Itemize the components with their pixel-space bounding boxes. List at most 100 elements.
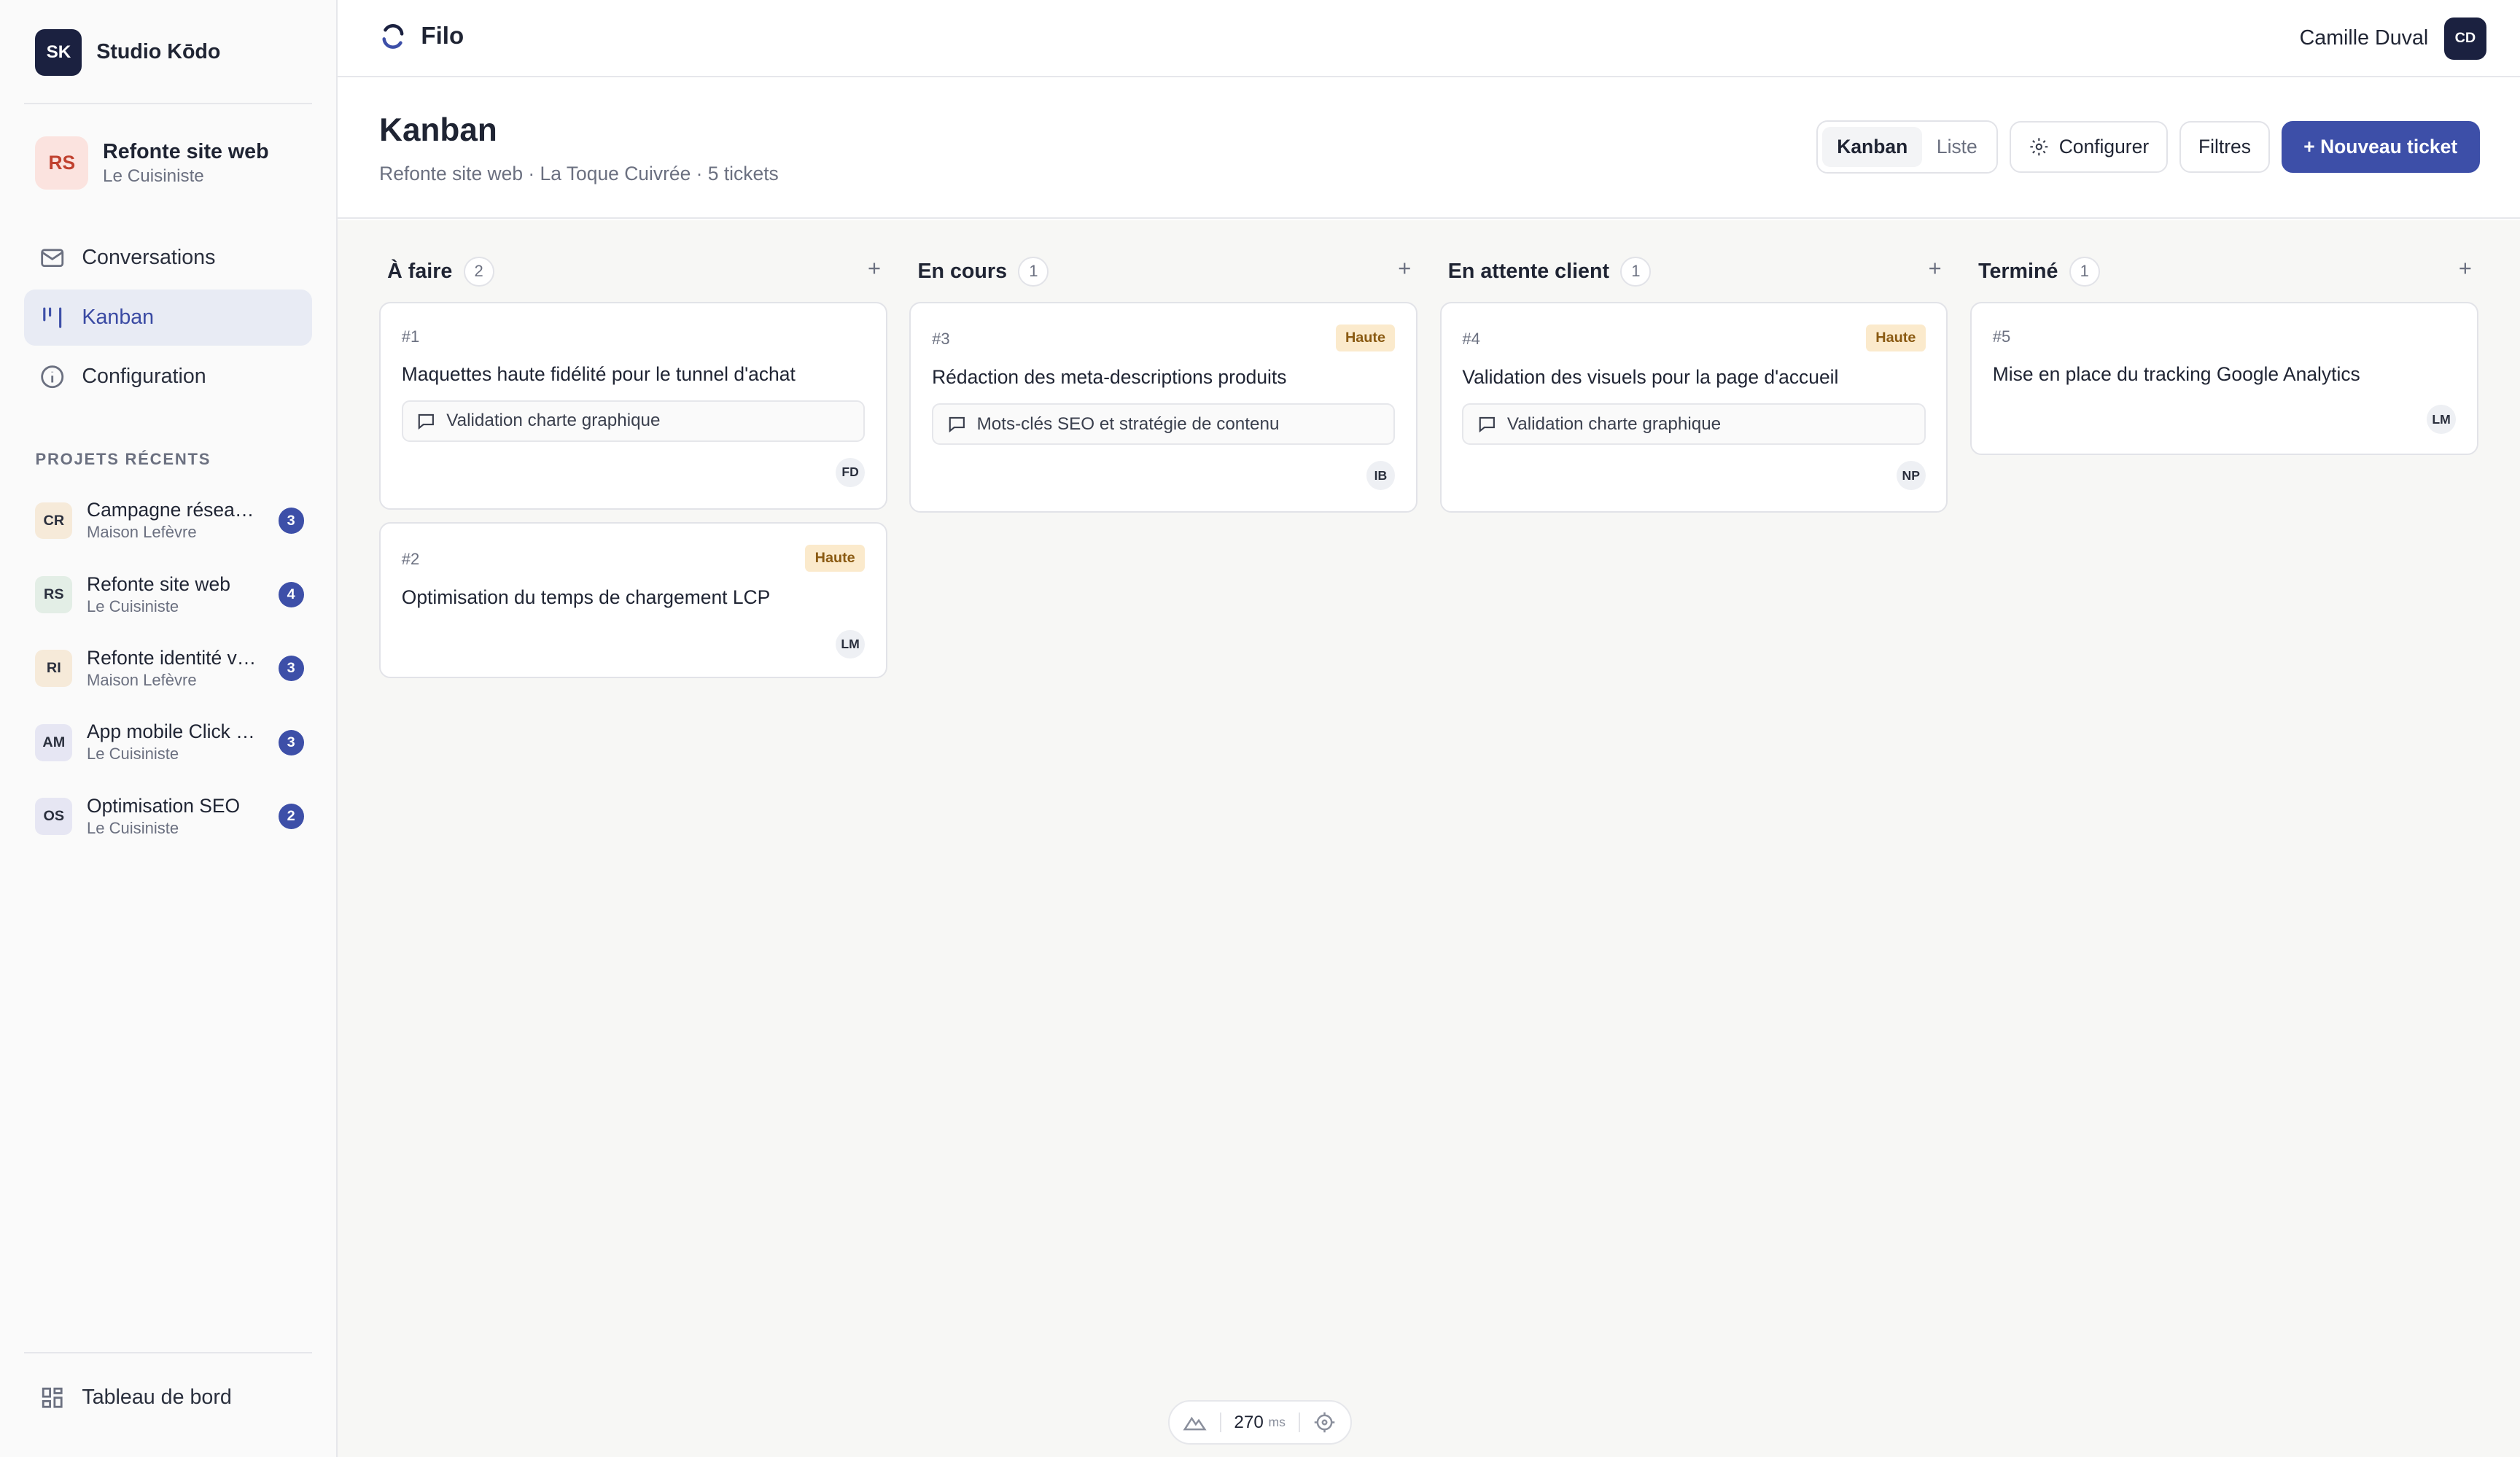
recent-project-item[interactable]: RS Refonte site web Le Cuisiniste 4: [35, 558, 304, 632]
dashboard-label: Tableau de bord: [82, 1385, 232, 1409]
priority-badge: Haute: [1866, 324, 1926, 352]
ticket-card[interactable]: #3 Haute Rédaction des meta-descriptions…: [909, 302, 1418, 513]
recent-project-badge: RS: [35, 576, 73, 613]
conversation-label: Validation charte graphique: [1506, 413, 1722, 434]
page-title: Kanban: [379, 112, 497, 149]
recent-project-item[interactable]: CR Campagne réseaux sociaux Maison Lefèv…: [35, 483, 304, 557]
workspace-switcher[interactable]: SK Studio Kōdo: [35, 28, 220, 76]
kanban-board: À faire 2 + #1 Maquettes haute fidélité …: [337, 219, 2520, 1457]
topbar: Filo Camille Duval CD: [337, 0, 2520, 77]
nav-item-configuration[interactable]: Configuration: [24, 349, 312, 405]
recent-project-badge: AM: [35, 723, 73, 761]
ticket-id: #5: [1992, 327, 2011, 346]
recent-project-client: Maison Lefèvre: [87, 523, 197, 542]
app-brand[interactable]: Filo: [378, 21, 464, 52]
ticket-card[interactable]: #1 Maquettes haute fidélité pour le tunn…: [379, 302, 887, 510]
column-title: À faire: [387, 259, 453, 283]
recent-project-count: 3: [278, 656, 304, 682]
recent-project-client: Le Cuisiniste: [87, 745, 179, 764]
recent-project-item[interactable]: RI Refonte identité visuelle Maison Lefè…: [35, 632, 304, 705]
user-menu[interactable]: Camille Duval CD: [2299, 18, 2486, 60]
recent-project-badge: RI: [35, 650, 73, 688]
page-header: Kanban Refonte site web · La Toque Cuivr…: [337, 77, 2520, 219]
sidebar-divider: [24, 1351, 312, 1353]
header-actions: Kanban Liste Configurer Filtres + Nouvea…: [1816, 120, 2480, 174]
perf-value: 270: [1234, 1412, 1264, 1432]
assignee-avatar: LM: [2427, 405, 2456, 434]
assignee-avatar: IB: [1366, 461, 1396, 490]
column-count: 1: [1018, 256, 1049, 287]
sidebar: SK Studio Kōdo RS Refonte site web Le Cu…: [0, 0, 338, 1457]
assignee-avatar: FD: [836, 457, 865, 487]
column-count: 1: [2069, 256, 2100, 287]
recent-project-title: Campagne réseaux sociaux: [87, 499, 260, 521]
project-title: Refonte site web: [103, 139, 269, 163]
recent-project-count: 4: [278, 581, 304, 608]
nav-item-conversations[interactable]: Conversations: [24, 230, 312, 286]
recent-project-client: Le Cuisiniste: [87, 818, 179, 837]
nav-label: Conversations: [82, 246, 216, 270]
add-card-button[interactable]: +: [1922, 255, 1948, 281]
column-title: En cours: [917, 259, 1008, 283]
avatar: CD: [2444, 18, 2486, 60]
recent-projects-list: CR Campagne réseaux sociaux Maison Lefèv…: [35, 483, 304, 853]
configure-label: Configurer: [2058, 136, 2150, 158]
recent-project-item[interactable]: OS Optimisation SEO Le Cuisiniste 2: [35, 780, 304, 853]
recent-project-title: Refonte site web: [87, 572, 230, 595]
app-name: Filo: [421, 22, 464, 50]
nav-label: Kanban: [82, 305, 155, 329]
recent-project-title: Optimisation SEO: [87, 794, 241, 817]
linked-conversation[interactable]: Validation charte graphique: [401, 400, 865, 442]
divider: [1219, 1413, 1221, 1432]
ticket-card[interactable]: #5 Mise en place du tracking Google Anal…: [1970, 302, 2478, 455]
priority-badge: Haute: [805, 544, 865, 572]
ticket-id: #1: [401, 327, 420, 346]
linked-conversation[interactable]: Validation charte graphique: [1462, 403, 1926, 446]
nav-label: Configuration: [82, 365, 206, 389]
chat-icon: [949, 417, 965, 433]
nav-item-kanban[interactable]: Kanban: [24, 289, 312, 346]
recent-project-client: Le Cuisiniste: [87, 597, 179, 615]
recent-project-badge: OS: [35, 798, 73, 835]
column-count: 1: [1620, 256, 1652, 287]
configure-button[interactable]: Configurer: [2009, 121, 2169, 173]
recent-project-count: 3: [278, 508, 304, 534]
recent-project-item[interactable]: AM App mobile Click & Collect Le Cuisini…: [35, 706, 304, 780]
ticket-id: #4: [1462, 329, 1480, 348]
ticket-title: Mise en place du tracking Google Analyti…: [1992, 362, 2360, 385]
dashboard-link[interactable]: Tableau de bord: [39, 1384, 232, 1411]
add-card-button[interactable]: +: [2452, 255, 2478, 281]
add-card-button[interactable]: +: [1392, 255, 1418, 281]
ticket-title: Rédaction des meta-descriptions produits: [932, 366, 1287, 389]
ticket-title: Maquettes haute fidélité pour le tunnel …: [401, 362, 796, 385]
project-nav: Conversations Kanban Configuration: [24, 230, 312, 408]
kanban-icon: [43, 307, 62, 328]
ticket-card[interactable]: #4 Haute Validation des visuels pour la …: [1439, 302, 1948, 513]
column-title: Terminé: [1978, 259, 2058, 283]
ticket-card[interactable]: #2 Haute Optimisation du temps de charge…: [379, 522, 887, 679]
performance-indicator[interactable]: 270 ms: [1168, 1399, 1352, 1445]
linked-conversation[interactable]: Mots-clés SEO et stratégie de contenu: [932, 403, 1396, 446]
page-subtitle: Refonte site web · La Toque Cuivrée · 5 …: [379, 162, 779, 184]
conversation-label: Mots-clés SEO et stratégie de contenu: [976, 413, 1280, 434]
current-project[interactable]: RS Refonte site web Le Cuisiniste: [35, 136, 269, 190]
crosshair-icon[interactable]: [1312, 1410, 1337, 1434]
new-ticket-button[interactable]: + Nouveau ticket: [2281, 121, 2480, 173]
info-icon: [41, 365, 64, 389]
recent-project-badge: CR: [35, 502, 73, 540]
filters-button[interactable]: Filtres: [2179, 121, 2271, 173]
priority-badge: Haute: [1335, 324, 1396, 352]
workspace-badge: SK: [35, 28, 82, 76]
grid-icon: [42, 1387, 63, 1408]
recent-project-count: 2: [278, 803, 304, 830]
user-name: Camille Duval: [2299, 26, 2429, 50]
add-card-button[interactable]: +: [861, 255, 887, 281]
perf-unit: ms: [1268, 1415, 1286, 1430]
ticket-id: #3: [932, 329, 950, 348]
view-toggle: Kanban Liste: [1816, 120, 1999, 174]
view-list-button[interactable]: Liste: [1922, 127, 1992, 167]
view-kanban-button[interactable]: Kanban: [1822, 127, 1923, 168]
ticket-title: Optimisation du temps de chargement LCP: [401, 586, 771, 609]
loop-logo-icon: [382, 23, 404, 49]
mail-icon: [41, 249, 64, 268]
